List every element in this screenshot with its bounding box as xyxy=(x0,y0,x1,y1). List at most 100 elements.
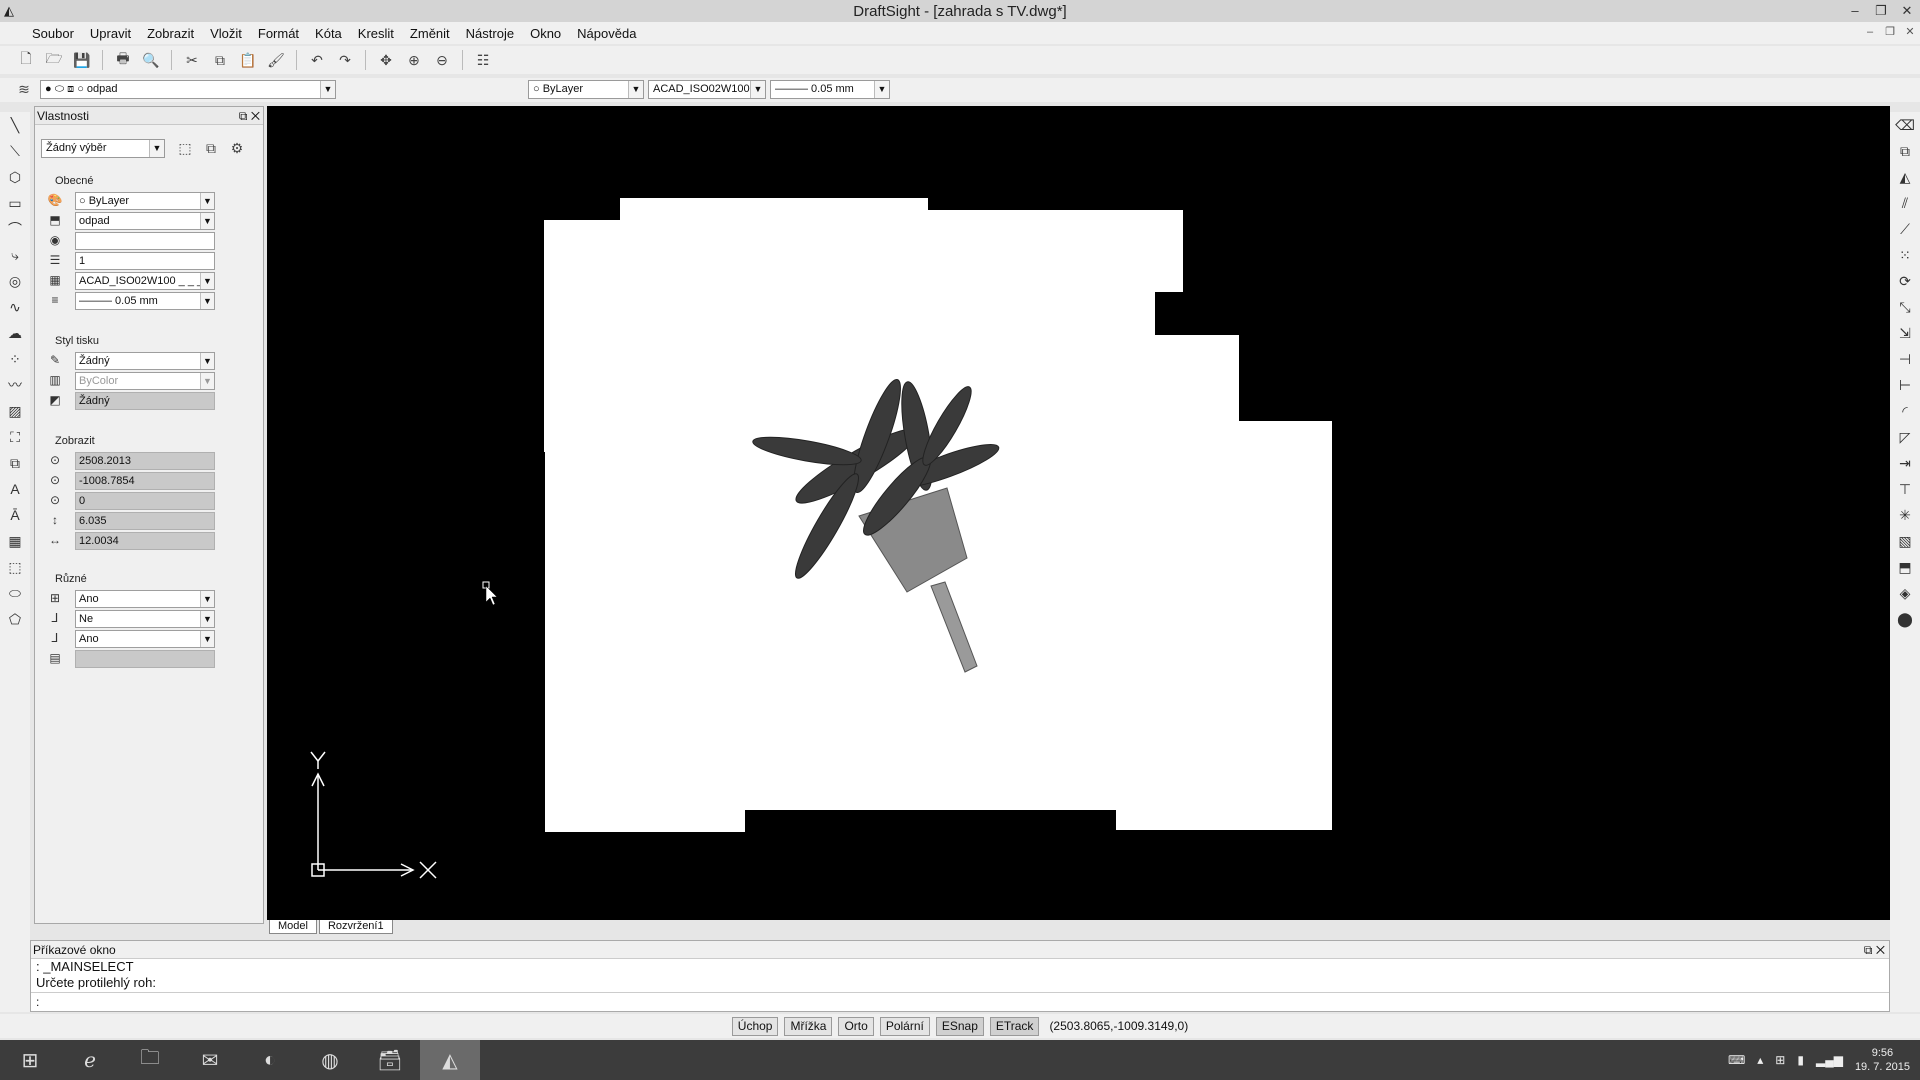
command-input[interactable]: : xyxy=(31,993,1889,1011)
quick-select-icon[interactable]: ⧉ xyxy=(199,137,223,159)
zoom-window-icon[interactable]: ⊖ xyxy=(430,49,454,71)
line-icon[interactable]: ╲ xyxy=(0,112,30,138)
cut-icon[interactable]: ✂ xyxy=(180,49,204,71)
menu-format[interactable]: Formát xyxy=(250,26,307,41)
linestyle-field[interactable]: ACAD_ISO02W100 _ _ _ ▼ xyxy=(75,272,215,290)
toggle-pickadd-icon[interactable]: ⚙ xyxy=(225,137,249,159)
arc-icon[interactable]: ⌒ xyxy=(0,216,30,242)
doc-minimize-icon[interactable]: – xyxy=(1860,24,1880,40)
spline-icon[interactable]: ∿ xyxy=(0,294,30,320)
chevron-down-icon[interactable]: ▼ xyxy=(200,591,214,607)
mirror-icon[interactable]: ◭ xyxy=(1890,164,1920,190)
split-icon[interactable]: ⊤ xyxy=(1890,476,1920,502)
fillet-icon[interactable]: ◜ xyxy=(1890,398,1920,424)
offset-icon[interactable]: ⫽ xyxy=(1890,190,1920,216)
properties-palette-icon[interactable]: ☷ xyxy=(471,49,495,71)
internet-explorer-icon[interactable]: ℯ xyxy=(60,1040,120,1080)
file-explorer-icon[interactable]: 🗀 xyxy=(120,1040,180,1080)
print-style-field[interactable]: Žádný ▼ xyxy=(75,352,215,370)
esnap-toggle[interactable]: ESnap xyxy=(935,1016,984,1036)
keyboard-icon[interactable]: ⌨ xyxy=(1728,1053,1745,1067)
layer-combo[interactable]: ● ⬭ ⧈ ○ odpad ▼ xyxy=(40,80,336,99)
ortho-toggle[interactable]: Orto xyxy=(838,1016,874,1036)
chevron-down-icon[interactable]: ▼ xyxy=(149,140,164,157)
undo-icon[interactable]: ↶ xyxy=(305,49,329,71)
infinite-line-icon[interactable]: ⟍ xyxy=(0,138,30,164)
doc-restore-icon[interactable]: ❐ xyxy=(1880,24,1900,40)
copy-icon[interactable]: ⧉ xyxy=(208,49,232,71)
redo-icon[interactable]: ↷ xyxy=(333,49,357,71)
explode-icon[interactable]: ✳ xyxy=(1890,502,1920,528)
menu-kota[interactable]: Kóta xyxy=(307,26,350,41)
doc-close-icon[interactable]: ✕ xyxy=(1900,24,1920,40)
point-icon[interactable]: ⁘ xyxy=(0,346,30,372)
ellipse-icon[interactable]: ⬭ xyxy=(0,580,30,606)
pattern-icon[interactable]: ⟋ xyxy=(1890,216,1920,242)
menu-napoveda[interactable]: Nápověda xyxy=(569,26,644,41)
save-icon[interactable]: 💾 xyxy=(70,49,94,71)
table-icon[interactable]: ▦ xyxy=(0,528,30,554)
linestyle-combo[interactable]: ACAD_ISO02W100 ▼ xyxy=(648,80,766,99)
float-icon[interactable]: ⧉ xyxy=(1864,943,1873,957)
tab-rozvrzeni1[interactable]: Rozvržení1 xyxy=(318,920,393,934)
print-icon[interactable]: 🖶 xyxy=(111,49,135,71)
grid-toggle[interactable]: Mřížka xyxy=(784,1016,833,1036)
draftsight-icon[interactable]: ◭ xyxy=(420,1040,480,1080)
multiline-text-icon[interactable]: Ā xyxy=(0,502,30,528)
chevron-down-icon[interactable]: ▼ xyxy=(874,81,889,98)
close-icon[interactable]: ✕ xyxy=(1876,943,1885,957)
clock[interactable]: 9:56 19. 7. 2015 xyxy=(1855,1046,1910,1074)
selection-combo[interactable]: Žádný výběr ▼ xyxy=(41,139,165,158)
rotate-icon[interactable]: ⟳ xyxy=(1890,268,1920,294)
ucs-icon-field[interactable]: Ano ▼ xyxy=(75,590,215,608)
layer-state-icon[interactable]: ◈ xyxy=(1890,580,1920,606)
chrome-icon[interactable]: ◍ xyxy=(300,1040,360,1080)
minimize-icon[interactable]: – xyxy=(1842,0,1868,22)
chevron-down-icon[interactable]: ▼ xyxy=(628,81,643,98)
linetype-field[interactable] xyxy=(75,232,215,250)
insert-block-icon[interactable]: ⧉ xyxy=(0,450,30,476)
drawing-canvas[interactable] xyxy=(267,106,1890,920)
polar-toggle[interactable]: Polární xyxy=(879,1016,930,1036)
start-icon[interactable]: ⊞ xyxy=(0,1040,60,1080)
array-icon[interactable]: ⁙ xyxy=(1890,242,1920,268)
rectangle-icon[interactable]: ▭ xyxy=(0,190,30,216)
chevron-down-icon[interactable]: ▼ xyxy=(200,293,214,309)
lineweight-field[interactable]: ——— 0.05 mm ▼ xyxy=(75,292,215,310)
circle-icon[interactable]: ◎ xyxy=(0,268,30,294)
menu-vlozit[interactable]: Vložit xyxy=(202,26,250,41)
edit-hatch-icon[interactable]: ▧ xyxy=(1890,528,1920,554)
edit-block-icon[interactable]: ⬒ xyxy=(1890,554,1920,580)
chevron-down-icon[interactable]: ▼ xyxy=(200,273,214,289)
ucs-viewport-field[interactable]: Ano ▼ xyxy=(75,630,215,648)
paste-icon[interactable]: 📋 xyxy=(236,49,260,71)
pan-icon[interactable]: ✥ xyxy=(374,49,398,71)
polyline-arc-icon[interactable]: ⤷ xyxy=(0,242,30,268)
windows-flag-icon[interactable]: ⊞ xyxy=(1775,1053,1785,1067)
layer-manager-icon[interactable]: ≋ xyxy=(12,78,36,100)
app-logo-icon[interactable]: ◭ xyxy=(4,3,20,19)
extend-icon[interactable]: ⊢ xyxy=(1890,372,1920,398)
chevron-down-icon[interactable]: ▼ xyxy=(200,213,214,229)
restore-icon[interactable]: ❐ xyxy=(1868,0,1894,22)
color-combo[interactable]: ○ ByLayer ▼ xyxy=(528,80,644,99)
ucs-origin-field[interactable]: Ne ▼ xyxy=(75,610,215,628)
snap-toggle[interactable]: Úchop xyxy=(731,1016,779,1036)
menu-kreslit[interactable]: Kreslit xyxy=(350,26,402,41)
etrack-toggle[interactable]: ETrack xyxy=(989,1016,1040,1036)
boundary-icon[interactable]: ⬠ xyxy=(0,606,30,632)
chevron-down-icon[interactable]: ▼ xyxy=(200,353,214,369)
chevron-down-icon[interactable]: ▼ xyxy=(320,81,335,98)
menu-upravit[interactable]: Upravit xyxy=(82,26,139,41)
chevron-down-icon[interactable]: ▼ xyxy=(200,193,214,209)
lineweight-combo[interactable]: ——— 0.05 mm ▼ xyxy=(770,80,890,99)
fill-icon[interactable]: ⬤ xyxy=(1890,606,1920,632)
chevron-down-icon[interactable]: ▼ xyxy=(200,631,214,647)
zoom-realtime-icon[interactable]: ⊕ xyxy=(402,49,426,71)
menu-okno[interactable]: Okno xyxy=(522,26,569,41)
join-icon[interactable]: ⇥ xyxy=(1890,450,1920,476)
close-icon[interactable]: ✕ xyxy=(251,109,260,123)
new-file-icon[interactable]: 🗋 xyxy=(14,49,38,71)
chevron-down-icon[interactable]: ▼ xyxy=(750,81,765,98)
outlook-icon[interactable]: ✉ xyxy=(180,1040,240,1080)
